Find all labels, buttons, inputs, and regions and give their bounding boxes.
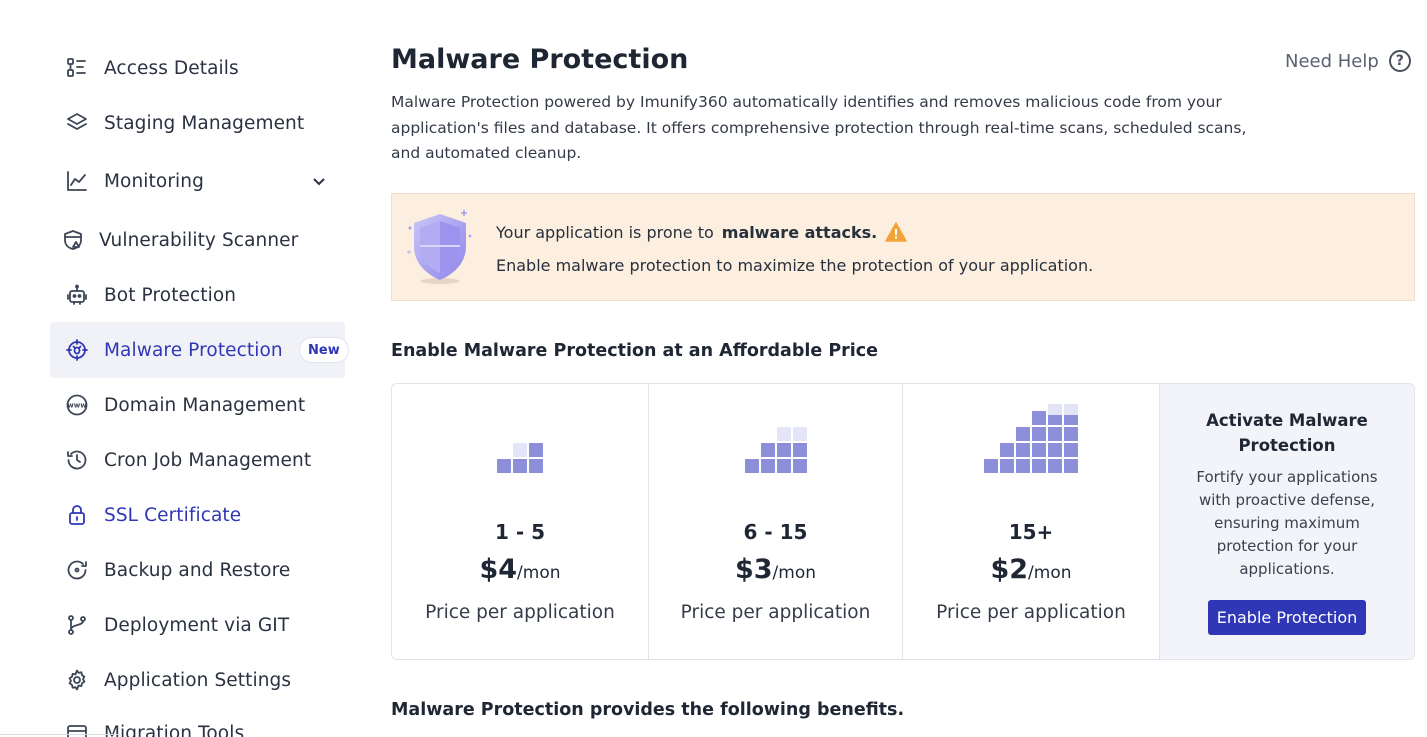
tier-note: Price per application <box>680 602 871 623</box>
tier-range: 6 - 15 <box>743 520 808 544</box>
sidebar-item-malware-protection[interactable]: Malware Protection New <box>50 322 349 378</box>
tier-price: $4/mon <box>392 554 648 585</box>
sidebar-item-access-details[interactable]: Access Details <box>50 40 345 96</box>
tier-range: 15+ <box>1008 520 1054 544</box>
svg-text:www: www <box>67 402 87 410</box>
enable-protection-button[interactable]: Enable Protection <box>1208 600 1366 635</box>
blocks-medium-icon <box>745 427 807 473</box>
pricing-tier: 15+ $2/mon Price per application <box>903 384 1160 659</box>
tier-price: $3/mon <box>649 554 902 585</box>
www-icon: www <box>64 392 90 418</box>
need-help-label: Need Help <box>1285 50 1379 72</box>
benefits-section-title: Malware Protection provides the followin… <box>391 700 905 720</box>
sidebar-item-ssl-certificate[interactable]: SSL Certificate <box>50 487 345 543</box>
sidebar-item-label: Application Settings <box>104 669 292 691</box>
sidebar-item-label: SSL Certificate <box>104 504 242 526</box>
sidebar-item-label: Staging Management <box>104 112 305 134</box>
page-description: Malware Protection powered by Imunify360… <box>391 93 1247 162</box>
activate-panel: Activate Malware Protection Fortify your… <box>1160 384 1414 659</box>
need-help-link[interactable]: Need Help ? <box>1285 50 1411 72</box>
tier-amount: $4 <box>479 554 518 585</box>
shield-illustration-icon <box>407 210 472 284</box>
sidebar-item-label: Cron Job Management <box>104 449 312 471</box>
git-branch-icon <box>64 612 90 638</box>
sidebar-item-bot-protection[interactable]: Bot Protection <box>50 267 345 323</box>
tier-unit: /mon <box>772 563 817 583</box>
activate-text: Fortify your applications with proactive… <box>1196 468 1378 578</box>
blocks-large-icon <box>984 404 1078 473</box>
history-icon <box>64 447 90 473</box>
pricing-tier: 1 - 5 $4/mon Price per application <box>392 384 649 659</box>
alert-line-1-prefix: Your application is prone to <box>496 222 714 242</box>
new-badge: New <box>299 337 349 363</box>
tier-note: Price per application <box>425 602 615 623</box>
tier-note: Price per application <box>936 602 1126 623</box>
chevron-down-icon[interactable] <box>311 173 327 189</box>
tier-amount: $2 <box>990 554 1029 585</box>
tier-range: 1 - 5 <box>494 520 546 544</box>
alert-line-1: Your application is prone to malware att… <box>496 222 907 242</box>
tier-unit: /mon <box>1028 563 1072 583</box>
sidebar-item-label: Deployment via GIT <box>104 614 290 636</box>
access-details-icon <box>64 55 90 81</box>
layers-icon <box>64 110 90 136</box>
sidebar-item-deployment-via-git[interactable]: Deployment via GIT <box>50 597 345 653</box>
sidebar-item-label: Monitoring <box>104 170 204 192</box>
shield-scan-icon <box>60 227 86 253</box>
question-circle-icon: ? <box>1388 50 1411 72</box>
sidebar-item-backup-and-restore[interactable]: Backup and Restore <box>50 542 345 598</box>
sidebar-item-label: Domain Management <box>104 394 306 416</box>
target-bug-icon <box>64 337 90 363</box>
lock-icon <box>64 502 90 528</box>
warning-triangle-icon <box>885 222 907 242</box>
activate-title: Activate Malware Protection <box>1206 411 1368 455</box>
tier-price: $2/mon <box>903 554 1159 585</box>
tier-unit: /mon <box>517 563 561 583</box>
sidebar-item-label: Malware Protection <box>104 339 283 361</box>
alert-line-1-bold: malware attacks. <box>721 222 878 242</box>
sidebar-item-monitoring[interactable]: Monitoring <box>50 153 345 209</box>
sidebar-item-label: Vulnerability Scanner <box>99 229 299 251</box>
gear-icon <box>64 667 90 693</box>
pricing-section-title: Enable Malware Protection at an Affordab… <box>391 341 879 361</box>
sidebar-item-cron-job-management[interactable]: Cron Job Management <box>50 432 345 488</box>
sidebar-divider <box>0 734 120 735</box>
alert-line-2: Enable malware protection to maximize th… <box>496 256 1094 275</box>
pricing-card: 1 - 5 $4/mon Price per application 6 - 1… <box>391 383 1415 660</box>
blocks-small-icon <box>497 443 543 473</box>
sidebar-item-label: Migration Tools <box>104 722 245 737</box>
restore-icon <box>64 557 90 583</box>
sidebar-item-label: Access Details <box>104 57 239 79</box>
pricing-tier: 6 - 15 $3/mon Price per application <box>649 384 903 659</box>
malware-alert-banner: Your application is prone to malware att… <box>391 193 1415 301</box>
sidebar-item-vulnerability-scanner[interactable]: Vulnerability Scanner <box>50 212 345 268</box>
sidebar-item-migration-tools[interactable]: Migration Tools <box>50 705 345 737</box>
tier-amount: $3 <box>734 554 773 585</box>
sidebar-item-domain-management[interactable]: www Domain Management <box>50 377 345 433</box>
sidebar-item-staging-management[interactable]: Staging Management <box>50 95 345 151</box>
sidebar-item-label: Bot Protection <box>104 284 237 306</box>
sidebar: Access Details Staging Management Monito… <box>0 0 360 737</box>
sidebar-item-label: Backup and Restore <box>104 559 291 581</box>
sidebar-item-application-settings[interactable]: Application Settings <box>50 652 345 708</box>
robot-icon <box>64 282 90 308</box>
line-chart-icon <box>64 168 90 194</box>
page-title: Malware Protection <box>391 44 689 75</box>
